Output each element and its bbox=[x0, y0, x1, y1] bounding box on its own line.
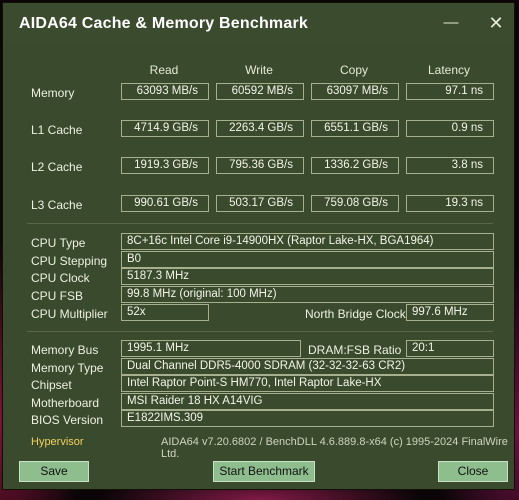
l2-latency-value: 3.8 ns bbox=[406, 157, 494, 174]
close-button-label: Close bbox=[457, 464, 489, 478]
l2-write-value: 795.36 GB/s bbox=[216, 157, 304, 174]
chipset-label: Chipset bbox=[31, 378, 72, 392]
l2-copy-value: 1336.2 GB/s bbox=[311, 157, 399, 174]
cpu-stepping-value: B0 bbox=[121, 251, 494, 268]
memory-latency-value: 97.1 ns bbox=[406, 83, 494, 100]
l3-write-value: 503.17 GB/s bbox=[216, 195, 304, 212]
cpu-multiplier-value: 52x bbox=[121, 304, 209, 321]
close-button[interactable]: Close bbox=[438, 461, 508, 482]
cpu-clock-label: CPU Clock bbox=[31, 271, 90, 285]
cpu-clock-value: 5187.3 MHz bbox=[121, 268, 494, 285]
column-header-write: Write bbox=[245, 63, 273, 77]
start-benchmark-button-label: Start Benchmark bbox=[219, 464, 309, 478]
start-benchmark-button[interactable]: Start Benchmark bbox=[213, 461, 315, 482]
benchmark-window: AIDA64 Cache & Memory Benchmark — ✕ Read… bbox=[2, 2, 515, 490]
cpu-fsb-value: 99.8 MHz (original: 100 MHz) bbox=[121, 286, 494, 303]
l1-read-value: 4714.9 GB/s bbox=[121, 120, 209, 137]
chipset-value: Intel Raptor Point-S HM770, Intel Raptor… bbox=[121, 375, 494, 392]
column-header-latency: Latency bbox=[427, 63, 471, 77]
motherboard-value: MSI Raider 18 HX A14VIG bbox=[121, 393, 494, 410]
l1-copy-value: 6551.1 GB/s bbox=[311, 120, 399, 137]
row-label-memory: Memory bbox=[31, 86, 75, 100]
separator-line bbox=[27, 223, 493, 224]
separator-line bbox=[27, 331, 493, 332]
memory-copy-value: 63097 MB/s bbox=[311, 83, 399, 100]
cpu-multiplier-label: CPU Multiplier bbox=[31, 307, 108, 321]
north-bridge-clock-value: 997.6 MHz bbox=[406, 304, 494, 321]
cpu-fsb-label: CPU FSB bbox=[31, 289, 84, 303]
l3-read-value: 990.61 GB/s bbox=[121, 195, 209, 212]
l2-read-value: 1919.3 GB/s bbox=[121, 157, 209, 174]
memory-type-value: Dual Channel DDR5-4000 SDRAM (32-32-32-6… bbox=[121, 358, 494, 375]
cpu-stepping-label: CPU Stepping bbox=[31, 254, 108, 268]
column-header-copy: Copy bbox=[339, 63, 368, 77]
l3-latency-value: 19.3 ns bbox=[406, 195, 494, 212]
l1-latency-value: 0.9 ns bbox=[406, 120, 494, 137]
title-bar: AIDA64 Cache & Memory Benchmark — ✕ bbox=[3, 3, 514, 43]
minimize-icon[interactable]: — bbox=[437, 11, 465, 35]
dram-fsb-ratio-value: 20:1 bbox=[406, 340, 494, 357]
bios-version-label: BIOS Version bbox=[31, 413, 104, 427]
memory-type-label: Memory Type bbox=[31, 361, 104, 375]
hypervisor-label: Hypervisor bbox=[31, 436, 84, 448]
l1-write-value: 2263.4 GB/s bbox=[216, 120, 304, 137]
close-icon[interactable]: ✕ bbox=[482, 11, 510, 35]
column-header-read: Read bbox=[149, 63, 179, 77]
memory-bus-label: Memory Bus bbox=[31, 343, 99, 357]
memory-write-value: 60592 MB/s bbox=[216, 83, 304, 100]
cpu-type-value: 8C+16c Intel Core i9-14900HX (Raptor Lak… bbox=[121, 233, 494, 250]
row-label-l2-cache: L2 Cache bbox=[31, 160, 83, 174]
motherboard-label: Motherboard bbox=[31, 396, 100, 410]
north-bridge-clock-label: North Bridge Clock bbox=[305, 307, 406, 321]
save-button-label: Save bbox=[40, 464, 68, 478]
memory-read-value: 63093 MB/s bbox=[121, 83, 209, 100]
row-label-l3-cache: L3 Cache bbox=[31, 198, 83, 212]
cpu-type-label: CPU Type bbox=[31, 236, 86, 250]
version-info: AIDA64 v7.20.6802 / BenchDLL 4.6.889.8-x… bbox=[161, 436, 508, 460]
save-button[interactable]: Save bbox=[19, 461, 89, 482]
bios-version-value: E1822IMS.309 bbox=[121, 410, 494, 427]
l3-copy-value: 759.08 GB/s bbox=[311, 195, 399, 212]
row-label-l1-cache: L1 Cache bbox=[31, 123, 83, 137]
memory-bus-value: 1995.1 MHz bbox=[121, 340, 301, 357]
dram-fsb-ratio-label: DRAM:FSB Ratio bbox=[308, 343, 402, 357]
window-title: AIDA64 Cache & Memory Benchmark bbox=[19, 15, 308, 32]
